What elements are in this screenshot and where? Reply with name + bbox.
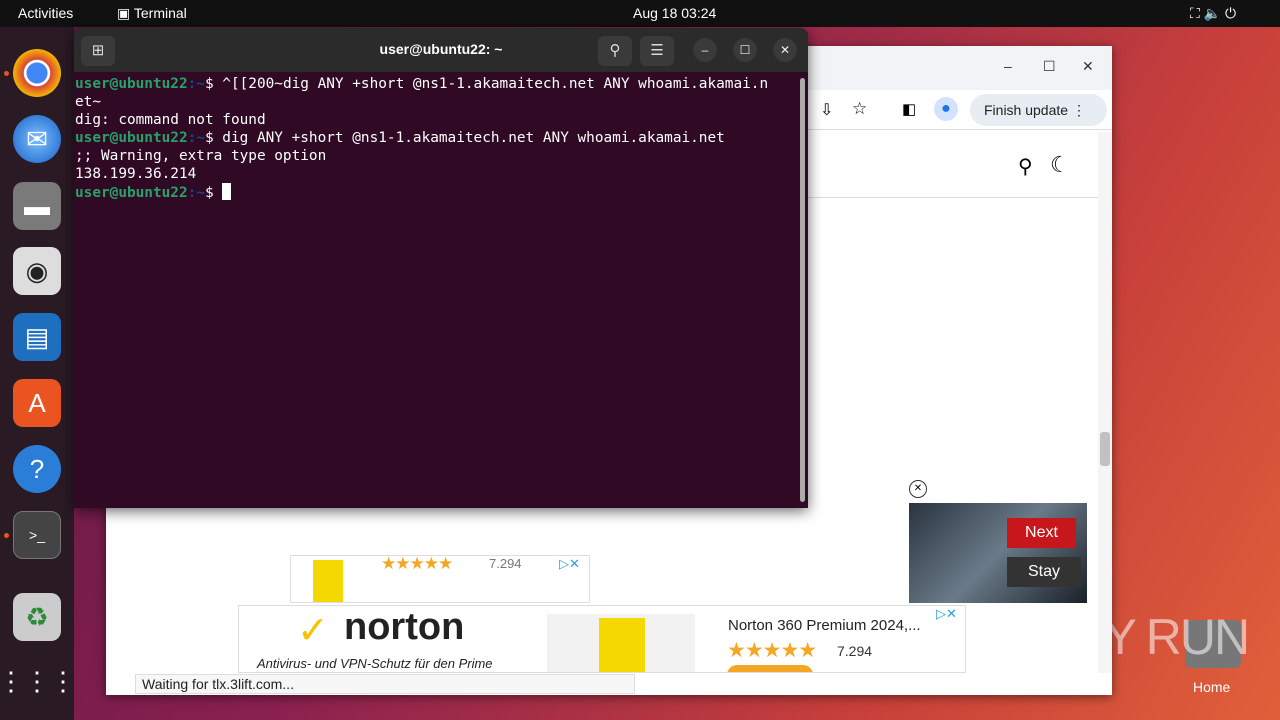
terminal-window: ⊞ user@ubuntu22: ~ ⚲ ☰ – ☐ ✕ user@ubuntu… xyxy=(74,28,808,508)
system-tray[interactable]: ⛶ 🔈 ⏻ xyxy=(1190,5,1236,22)
terminal-small-icon: ▣ xyxy=(117,5,134,21)
scrollbar-thumb[interactable] xyxy=(1100,432,1110,466)
command-line: user@ubuntu22:~$ xyxy=(75,183,807,202)
line-text: 138.199.36.214 xyxy=(75,166,197,182)
dock: ✉ ▬ ◉ ▤ A ? >_ ♻ ⋮⋮⋮ xyxy=(0,27,76,720)
files-icon[interactable]: ▬ xyxy=(13,182,61,230)
norton-logo-text: norton xyxy=(344,606,465,648)
prompt-user: user@ubuntu22 xyxy=(75,185,188,201)
norton-tagline: Antivirus- und VPN-Schutz für den Prime xyxy=(257,656,493,671)
output-line: et~ xyxy=(75,93,807,111)
video-ad[interactable]: Next Stay xyxy=(909,503,1087,603)
apps-grid-icon[interactable]: ⋮⋮⋮ xyxy=(0,657,76,705)
video-close-icon[interactable]: ✕ xyxy=(909,480,927,498)
bookmark-star-icon[interactable]: ☆ xyxy=(852,99,867,119)
line-text: ^[[200~dig ANY +short @ns1-1.akamaitech.… xyxy=(222,76,769,92)
rating-stars: ★★★★★ xyxy=(727,639,817,662)
side-panel-icon[interactable]: ◧ xyxy=(902,100,916,118)
search-button[interactable]: ⚲ xyxy=(598,36,632,66)
help-icon[interactable]: ? xyxy=(13,445,61,493)
install-icon[interactable]: ⇩ xyxy=(820,100,833,120)
norton-box-image xyxy=(313,560,343,602)
terminal-scrollbar[interactable] xyxy=(800,78,805,502)
terminal-icon[interactable]: >_ xyxy=(13,511,61,559)
writer-icon[interactable]: ▤ xyxy=(13,313,61,361)
output-line: dig: command not found xyxy=(75,111,807,129)
minimize-button[interactable]: – xyxy=(1004,58,1012,74)
line-text: et~ xyxy=(75,94,101,110)
home-label[interactable]: Home xyxy=(1193,679,1230,695)
product-image xyxy=(547,614,695,672)
search-icon[interactable]: ⚲ xyxy=(1018,154,1033,179)
ad-choices-icon[interactable]: ▷✕ xyxy=(559,556,580,572)
command-line: user@ubuntu22:~$ dig ANY +short @ns1-1.a… xyxy=(75,129,807,147)
network-icon: ⛶ xyxy=(1190,5,1200,21)
finish-update-label: Finish update xyxy=(984,102,1069,118)
small-ad[interactable]: ★★★★★ 7.294 ▷✕ xyxy=(290,554,590,603)
product-title[interactable]: Norton 360 Premium 2024,... xyxy=(728,617,921,634)
app-menu[interactable]: ▣ Terminal xyxy=(117,5,187,22)
rating-value: 7.294 xyxy=(489,556,522,571)
chrome-icon[interactable] xyxy=(13,49,61,97)
norton-banner-ad[interactable]: ✓ norton Antivirus- und VPN-Schutz für d… xyxy=(238,605,966,673)
power-icon: ⏻ xyxy=(1225,5,1237,21)
clock[interactable]: Aug 18 03:24 xyxy=(633,5,716,21)
rhythmbox-icon[interactable]: ◉ xyxy=(13,247,61,295)
dark-mode-moon-icon[interactable]: ☾ xyxy=(1050,152,1070,178)
prompt-sign: $ xyxy=(204,185,223,201)
prompt-user: user@ubuntu22 xyxy=(75,76,188,92)
software-icon[interactable]: A xyxy=(13,379,61,427)
stay-button[interactable]: Stay xyxy=(1007,557,1081,587)
norton-check-logo: ✓ xyxy=(297,610,329,652)
terminal-headerbar: ⊞ user@ubuntu22: ~ ⚲ ☰ – ☐ ✕ xyxy=(74,28,808,72)
profile-icon[interactable]: ● xyxy=(934,97,958,121)
maximize-button[interactable]: ☐ xyxy=(1043,58,1056,75)
line-text: dig: command not found xyxy=(75,112,266,128)
prompt-path: :~ xyxy=(187,130,205,146)
prompt-path: :~ xyxy=(187,185,205,201)
cursor xyxy=(222,183,232,200)
trash-icon[interactable]: ♻ xyxy=(13,593,61,641)
prompt-sign: $ xyxy=(204,130,223,146)
thunderbird-icon[interactable]: ✉ xyxy=(13,115,61,163)
prompt-user: user@ubuntu22 xyxy=(75,130,188,146)
ad-choices-icon[interactable]: ▷✕ xyxy=(936,606,957,622)
menu-button[interactable]: ☰ xyxy=(640,36,674,66)
app-name: Terminal xyxy=(133,5,187,21)
line-text: dig ANY +short @ns1-1.akamaitech.net ANY… xyxy=(222,130,725,146)
status-bar: Waiting for tlx.3lift.com... xyxy=(135,674,635,694)
output-line: 138.199.36.214 xyxy=(75,165,807,183)
rating-value: 7.294 xyxy=(837,643,873,659)
top-bar: Activities ▣ Terminal Aug 18 03:24 ⛶ 🔈 ⏻ xyxy=(0,0,1280,27)
command-line: user@ubuntu22:~$ ^[[200~dig ANY +short @… xyxy=(75,75,807,93)
finish-update-button[interactable]: Finish update ⋮ xyxy=(970,94,1107,126)
close-button[interactable]: ✕ xyxy=(1082,58,1094,75)
maximize-button[interactable]: ☐ xyxy=(733,38,757,62)
next-button[interactable]: Next xyxy=(1007,518,1076,548)
line-text: ;; Warning, extra type option xyxy=(75,148,327,164)
shop-button[interactable] xyxy=(727,665,813,672)
prompt-sign: $ xyxy=(204,76,223,92)
prompt-path: :~ xyxy=(187,76,205,92)
close-button[interactable]: ✕ xyxy=(773,38,797,62)
rating-stars: ★★★★★ xyxy=(381,554,453,573)
minimize-button[interactable]: – xyxy=(693,38,717,62)
activities-button[interactable]: Activities xyxy=(18,5,73,21)
terminal-output[interactable]: user@ubuntu22:~$ ^[[200~dig ANY +short @… xyxy=(74,72,808,205)
output-line: ;; Warning, extra type option xyxy=(75,147,807,165)
page-scrollbar[interactable] xyxy=(1098,132,1112,673)
volume-icon: 🔈 xyxy=(1203,5,1222,21)
